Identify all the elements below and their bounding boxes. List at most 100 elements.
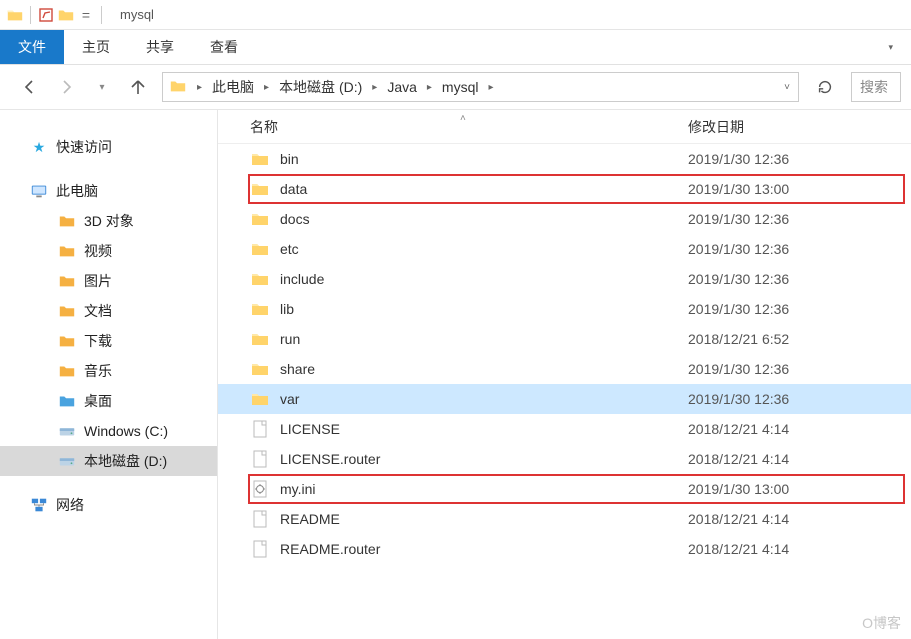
search-input[interactable]: 搜索 [851,72,901,102]
crumb-java[interactable]: Java [381,77,423,97]
qat-dropdown-icon[interactable]: = [77,6,95,24]
folder-icon [250,389,270,409]
file-name: docs [280,211,310,227]
file-name: LICENSE.router [280,451,380,467]
file-icon [250,539,270,559]
file-row[interactable]: data2019/1/30 13:00 [218,174,911,204]
docs-icon [58,302,76,320]
star-icon: ★ [30,138,48,156]
crumb-mysql[interactable]: mysql [436,77,485,97]
file-row[interactable]: README 2018/12/21 4:14 [218,504,911,534]
file-name: bin [280,151,299,167]
recent-locations-icon[interactable]: ▾ [90,75,114,99]
tree-this-pc[interactable]: 此电脑 [0,176,217,206]
nav-forward-button[interactable] [54,75,78,99]
file-name: etc [280,241,299,257]
file-row[interactable]: run 2018/12/21 6:52 [218,324,911,354]
refresh-button[interactable] [811,73,839,101]
tab-file[interactable]: 文件 [0,30,64,64]
crumb-drive[interactable]: 本地磁盘 (D:) [273,75,368,99]
file-list: 名称˄ 修改日期 bin 2019/1/30 12:36 data2019/1/30… [218,110,911,639]
pc-icon [30,182,48,200]
file-row[interactable]: LICENSE.router 2018/12/21 4:14 [218,444,911,474]
pictures-icon [58,272,76,290]
properties-icon[interactable] [37,6,55,24]
file-date: 2019/1/30 12:36 [688,301,789,317]
chevron-right-icon[interactable]: ▸ [262,82,271,93]
tab-view[interactable]: 查看 [192,30,256,64]
file-row[interactable]: share2019/1/30 12:36 [218,354,911,384]
file-row[interactable]: README.router2018/12/21 4:14 [218,534,911,564]
chevron-right-icon[interactable]: ▸ [486,82,495,93]
tab-home[interactable]: 主页 [64,30,128,64]
downloads-icon [58,332,76,350]
file-row[interactable]: include 2019/1/30 12:36 [218,264,911,294]
file-date: 2019/1/30 12:36 [688,241,789,257]
tree-item-3d[interactable]: 3D 对象 [0,206,217,236]
tree-item-docs[interactable]: 文档 [0,296,217,326]
file-row[interactable]: lib 2019/1/30 12:36 [218,294,911,324]
file-date: 2018/12/21 4:14 [688,511,789,527]
file-row[interactable]: LICENSE2018/12/21 4:14 [218,414,911,444]
file-date: 2019/1/30 12:36 [688,151,789,167]
folder-icon [250,299,270,319]
file-name: lib [280,301,294,317]
crumb-thispc[interactable]: 此电脑 [206,75,260,99]
chevron-right-icon[interactable]: ▸ [425,82,434,93]
folder-app-icon [6,6,24,24]
file-icon [250,509,270,529]
file-date: 2019/1/30 13:00 [688,181,789,197]
file-row[interactable]: etc 2019/1/30 12:36 [218,234,911,264]
nav-up-button[interactable] [126,75,150,99]
folder-icon [250,149,270,169]
file-row[interactable]: docs2019/1/30 12:36 [218,204,911,234]
divider [30,6,31,24]
nav-back-button[interactable] [18,75,42,99]
navigation-pane: ★ 快速访问 此电脑 3D 对象视频图片文档下载音乐桌面Windows (C:)… [0,110,218,639]
file-row[interactable]: bin 2019/1/30 12:36 [218,144,911,174]
file-date: 2019/1/30 12:36 [688,271,789,287]
column-headers[interactable]: 名称˄ 修改日期 [218,110,911,144]
breadcrumb[interactable]: ▸ 此电脑 ▸ 本地磁盘 (D:) ▸ Java ▸ mysql ▸ ˅ [162,72,799,102]
chevron-right-icon[interactable]: ▸ [370,82,379,93]
ribbon-expand-icon[interactable]: ▾ [867,30,911,64]
tree-item-drive-d[interactable]: 本地磁盘 (D:) [0,446,217,476]
file-date: 2019/1/30 12:36 [688,361,789,377]
file-name: include [280,271,324,287]
tree-item-drive-c[interactable]: Windows (C:) [0,416,217,446]
file-icon [250,419,270,439]
file-name: run [280,331,300,347]
tab-share[interactable]: 共享 [128,30,192,64]
folder-icon [250,269,270,289]
folder-icon [250,329,270,349]
folder-icon [250,239,270,259]
file-icon [250,479,270,499]
file-row[interactable]: var2019/1/30 12:36 [218,384,911,414]
tree-item-music[interactable]: 音乐 [0,356,217,386]
address-dropdown-icon[interactable]: ˅ [782,82,792,93]
chevron-right-icon[interactable]: ▸ [195,82,204,93]
file-name: README [280,511,340,527]
file-date: 2018/12/21 6:52 [688,331,789,347]
file-icon [250,449,270,469]
divider [101,6,102,24]
tree-quick-access[interactable]: ★ 快速访问 [0,132,217,162]
file-date: 2018/12/21 4:14 [688,451,789,467]
file-name: var [280,391,299,407]
file-name: LICENSE [280,421,340,437]
folder-icon [250,359,270,379]
sort-asc-icon: ˄ [460,113,466,124]
file-name: my.ini [280,481,316,497]
col-date: 修改日期 [688,117,744,137]
tree-network[interactable]: 网络 [0,490,217,520]
tree-item-video[interactable]: 视频 [0,236,217,266]
file-row[interactable]: my.ini2019/1/30 13:00 [218,474,911,504]
open-location-icon[interactable] [57,6,75,24]
music-icon [58,362,76,380]
tree-item-pictures[interactable]: 图片 [0,266,217,296]
drive-d-icon [58,452,76,470]
quick-access-toolbar: = mysql [0,0,911,30]
tree-item-desktop[interactable]: 桌面 [0,386,217,416]
folder-icon [250,209,270,229]
tree-item-downloads[interactable]: 下载 [0,326,217,356]
